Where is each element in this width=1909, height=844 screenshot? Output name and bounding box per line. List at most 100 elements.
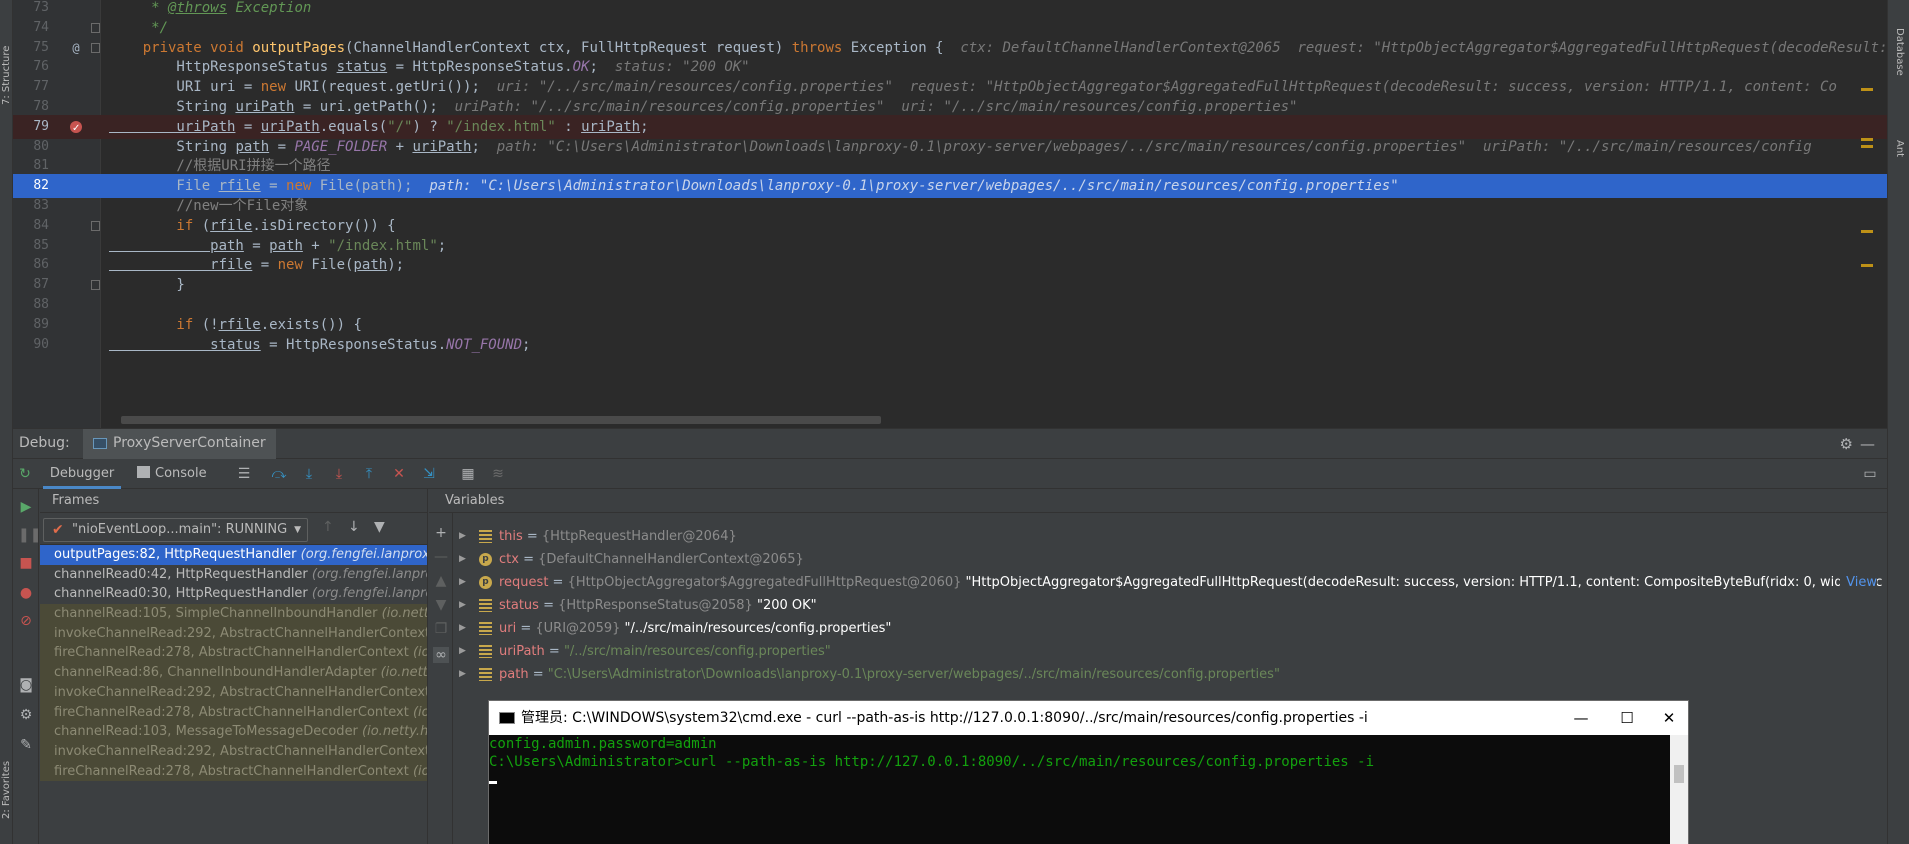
variable-string: "/../src/main/resources/config.propertie… [563,644,831,659]
structure-tab[interactable]: 7: Structure [0,20,13,130]
stack-frame[interactable]: invokeChannelRead:292, AbstractChannelHa… [40,623,427,644]
run-to-cursor-icon[interactable]: ⇲ [420,465,438,483]
remove-watch-icon[interactable]: — [433,549,449,565]
evaluate-expression-icon[interactable]: ▦ [459,465,477,483]
cmd-console-output[interactable]: config.admin.password=admin C:\Users\Admi… [489,735,1670,844]
glasses-icon[interactable]: ∞ [433,647,449,663]
fold-marker-icon[interactable] [91,280,100,291]
cmd-title-bar[interactable]: 管理员: C:\WINDOWS\system32\cmd.exe - curl … [489,701,1688,735]
favorites-tab[interactable]: 2: Favorites [0,740,13,840]
layout-icon[interactable]: ▭ [1861,465,1879,483]
stack-frame[interactable]: invokeChannelRead:292, AbstractChannelHa… [40,682,427,703]
stack-frame[interactable]: outputPages:82, HttpRequestHandler (org.… [40,545,427,565]
code-token: path [109,237,244,254]
stack-frame[interactable]: fireChannelRead:278, AbstractChannelHand… [40,761,427,782]
variable-row-this[interactable]: ▶ this = {HttpRequestHandler@2064} [453,525,1883,548]
warning-marker[interactable] [1861,138,1873,141]
code-token: new [286,178,320,195]
view-breakpoints-icon[interactable]: ● [18,585,34,601]
stack-frame[interactable]: fireChannelRead:278, AbstractChannelHand… [40,702,427,723]
minimize-window-icon[interactable]: — [1558,701,1604,735]
fold-marker-icon[interactable] [91,220,100,231]
variable-row-request[interactable]: ▶ p request = {HttpObjectAggregator$Aggreg… [453,571,1883,594]
stack-frame[interactable]: fireChannelRead:278, AbstractChannelHand… [40,643,427,664]
warning-marker[interactable] [1861,264,1873,267]
run-config-tab[interactable]: ProxyServerContainer [83,429,276,459]
code-token: + [387,138,413,155]
add-watch-icon[interactable]: + [433,525,449,541]
stack-frame[interactable]: invokeChannelRead:292, AbstractChannelHa… [40,741,427,762]
stop-icon[interactable]: ■ [18,555,34,571]
step-over-icon[interactable]: ⤼ [270,465,288,483]
warning-marker[interactable] [1861,88,1873,91]
force-step-into-icon[interactable]: ⤓ [330,465,348,483]
tab-debugger[interactable]: Debugger [43,459,121,489]
settings-gear-icon[interactable]: ⚙ [1840,435,1853,453]
code-token: outputPages [252,39,346,56]
maximize-window-icon[interactable]: ☐ [1604,701,1650,735]
expand-arrow-icon[interactable]: ▶ [459,663,466,686]
stack-frame[interactable]: channelRead:105, SimpleChannelInboundHan… [40,604,427,624]
tab-console[interactable]: Console [137,459,209,489]
settings-icon[interactable]: ⚙ [18,707,34,723]
editor-horizontal-scrollbar[interactable] [121,416,881,424]
expand-arrow-icon[interactable]: ▶ [459,525,466,548]
console-tab-label: Console [155,466,207,481]
arrow-down-icon[interactable]: ↓ [348,519,360,535]
copy-icon[interactable]: ❐ [433,621,449,637]
variable-row-uripath[interactable]: ▶ uriPath = "/../src/main/resources/confi… [453,640,1883,663]
step-out-icon[interactable]: ⤒ [360,465,378,483]
pause-icon[interactable]: ❚❚ [18,527,41,543]
mute-breakpoints-icon[interactable]: ⊘ [18,613,34,629]
close-window-icon[interactable]: ✕ [1646,701,1692,735]
stack-frame[interactable]: channelRead:103, MessageToMessageDecoder… [40,722,427,742]
expand-arrow-icon[interactable]: ▶ [459,548,466,571]
variable-row-path[interactable]: ▶ path = "C:\Users\Administrator\Download… [453,663,1883,686]
expand-arrow-icon[interactable]: ▶ [459,571,466,594]
text-cursor [489,780,497,784]
variable-row-status[interactable]: ▶ status = {HttpResponseStatus@2058} "200… [453,594,1883,617]
trace-icon[interactable]: ≋ [489,465,507,483]
rerun-icon[interactable]: ↻ [16,465,34,483]
expand-arrow-icon[interactable]: ▶ [459,640,466,663]
breakpoint-icon[interactable] [70,117,82,141]
warning-marker[interactable] [1861,145,1873,148]
variable-type: {HttpRequestHandler@2064} [541,529,737,544]
move-down-icon[interactable]: ▼ [433,597,449,613]
resume-icon[interactable]: ▶ [18,499,34,515]
arrow-up-icon[interactable]: ↑ [322,519,334,535]
code-token: new [260,79,295,96]
filter-icon[interactable]: ▼ [374,519,385,535]
variable-row-ctx[interactable]: ▶ p ctx = {DefaultChannelHandlerContext@20… [453,548,1883,571]
thread-selector[interactable]: ✔ "nioEventLoop...main": RUNNING ▼ [43,518,308,542]
stack-frame[interactable]: channelRead0:30, HttpRequestHandler (org… [40,584,427,604]
warning-marker[interactable] [1861,230,1873,233]
fold-marker-icon[interactable] [91,22,100,33]
database-tab[interactable]: Database [1894,28,1905,76]
move-up-icon[interactable]: ▲ [433,573,449,589]
code-token: uriPath [260,118,320,135]
stack-frame[interactable]: channelRead:86, ChannelInboundHandlerAda… [40,663,427,683]
step-into-icon[interactable]: ⤓ [300,465,318,483]
code-line[interactable]: 90 status = HttpResponseStatus.NOT_FOUND… [13,333,1887,357]
drop-frame-icon[interactable]: ✕ [390,465,408,483]
camera-icon[interactable]: ◙ [18,677,34,693]
cmd-scrollbar[interactable] [1670,735,1688,844]
cmd-window[interactable]: 管理员: C:\WINDOWS\system32\cmd.exe - curl … [488,700,1689,844]
frame-method: invokeChannelRead:292, AbstractChannelHa… [54,684,427,700]
variable-row-uri[interactable]: ▶ uri = {URI@2059} "/../src/main/resource… [453,617,1883,640]
expand-arrow-icon[interactable]: ▶ [459,594,466,617]
view-link[interactable]: View [1840,571,1877,594]
pin-icon[interactable]: ✎ [18,737,34,753]
frame-package: (io.netty.channel) [412,704,427,720]
code-editor[interactable]: 73 * @throws Exception 74 */75 @ private v… [13,0,1887,428]
ant-tab[interactable]: Ant [1894,140,1905,157]
stack-frame[interactable]: channelRead0:42, HttpRequestHandler (org… [40,565,427,585]
show-frames-icon[interactable]: ☰ [235,465,253,483]
debug-tab-bar: Debug: ProxyServerContainer ⚙ — [13,429,1887,459]
expand-arrow-icon[interactable]: ▶ [459,617,466,640]
variable-type: {URI@2059} [535,621,625,636]
minimize-icon[interactable]: — [1860,435,1875,453]
cmd-scroll-thumb[interactable] [1674,765,1684,783]
fold-marker-icon[interactable] [91,42,100,53]
